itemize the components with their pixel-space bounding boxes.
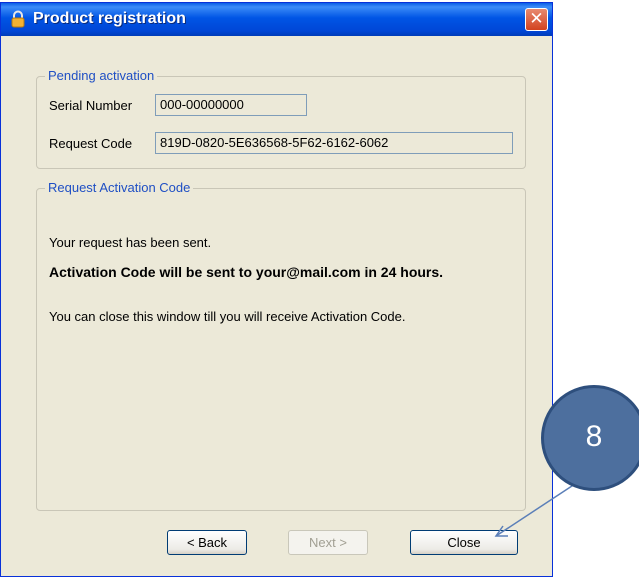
step-number-callout: 8 [541, 385, 639, 491]
callout-arrow [494, 481, 579, 537]
